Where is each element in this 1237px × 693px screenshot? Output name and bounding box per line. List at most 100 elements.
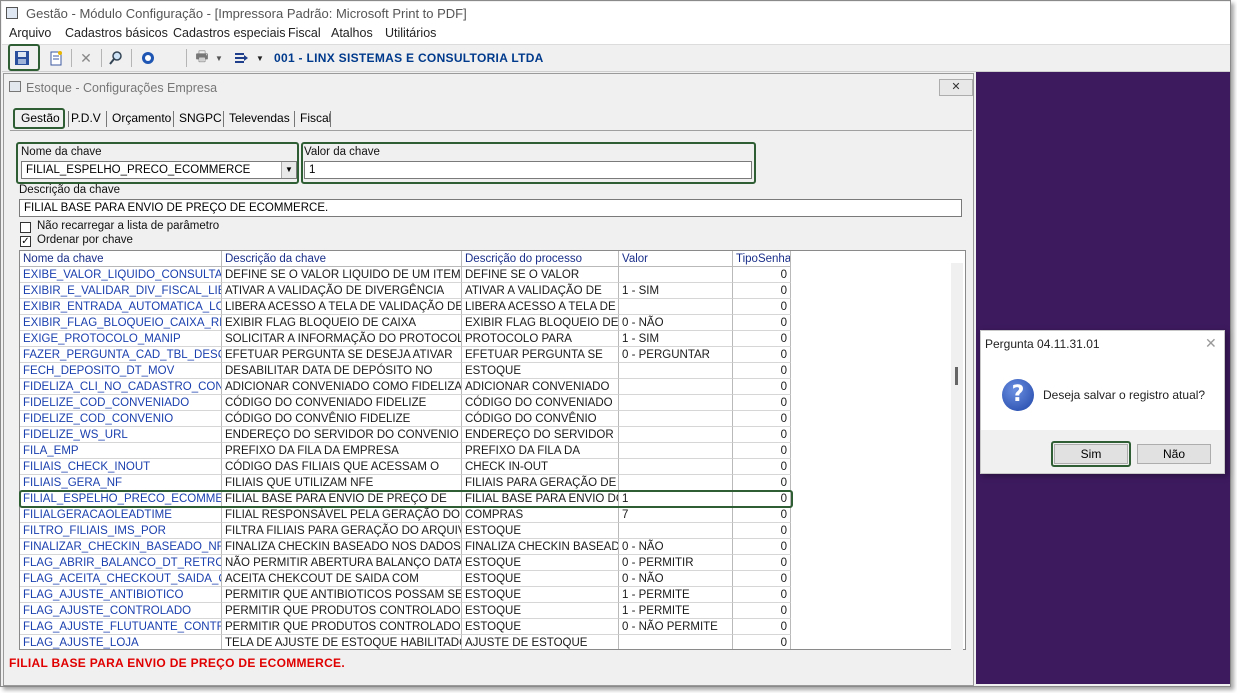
column-header-key-description[interactable]: Descrição da chave: [222, 251, 462, 267]
cell-password-type: 0: [733, 507, 791, 523]
menu-utilitarios[interactable]: Utilitários: [385, 26, 436, 40]
delete-icon[interactable]: ✕: [76, 48, 96, 68]
menu-atalhos[interactable]: Atalhos: [331, 26, 373, 40]
close-icon[interactable]: ✕: [939, 79, 973, 96]
cell-key-name: FILTRO_FILIAIS_IMS_POR: [20, 523, 222, 539]
table-row[interactable]: FLAG_AJUSTE_CONTROLADO PERMITIR QUE PRODU…: [20, 603, 810, 619]
menu-cadastros-especiais[interactable]: Cadastros especiais: [173, 26, 286, 40]
cell-value: 0 - NÃO: [619, 315, 733, 331]
cell-key-name: FLAG_AJUSTE_FLUTUANTE_CONTRO: [20, 619, 222, 635]
cell-password-type: 0: [733, 347, 791, 363]
column-header-password-type[interactable]: TipoSenha: [733, 251, 791, 267]
cell-password-type: 0: [733, 331, 791, 347]
cell-key-name: FILIAIS_GERA_NF: [20, 475, 222, 491]
table-row[interactable]: EXIBE_VALOR_LIQUIDO_CONSULTA_PREDEFINE S…: [20, 267, 810, 283]
cell-value: [619, 443, 733, 459]
dialog-close-icon[interactable]: ✕: [1205, 335, 1217, 352]
cell-value: 1 - SIM: [619, 283, 733, 299]
cell-process-description: ESTOQUE: [462, 571, 619, 587]
cell-value: 0 - PERGUNTAR: [619, 347, 733, 363]
key-desc-input[interactable]: FILIAL BASE PARA ENVIO DE PREÇO DE ECOMM…: [19, 199, 962, 217]
menu-fiscal[interactable]: Fiscal: [288, 26, 321, 40]
table-row[interactable]: FINALIZAR_CHECKIN_BASEADO_NF_E FINALIZA C…: [20, 539, 810, 555]
column-header-key-name[interactable]: Nome da chave: [20, 251, 222, 267]
cell-key-description: LIBERA ACESSO A TELA DE VALIDAÇÃO DE: [222, 299, 462, 315]
cell-value: [619, 459, 733, 475]
table-row[interactable]: EXIBIR_E_VALIDAR_DIV_FISCAL_LIBE ATIVAR A…: [20, 283, 810, 299]
cell-key-description: ENDEREÇO DO SERVIDOR DO CONVENIO: [222, 427, 462, 443]
grid-scrollbar[interactable]: [951, 263, 963, 651]
cell-key-name: FILIAIS_CHECK_INOUT: [20, 459, 222, 475]
dialog-footer: Sim Não: [981, 430, 1224, 473]
key-name-value: FILIAL_ESPELHO_PRECO_ECOMMERCE: [26, 164, 251, 176]
print-dropdown-chevron-down-icon[interactable]: ▼: [209, 48, 229, 68]
no-button[interactable]: Não: [1137, 444, 1211, 464]
reload-list-checkbox[interactable]: [20, 222, 31, 233]
chevron-down-icon[interactable]: ▼: [281, 162, 296, 178]
cell-password-type: 0: [733, 315, 791, 331]
table-row[interactable]: FILA_EMP PREFIXO DA FILA DA EMPRESA PREFIX…: [20, 443, 810, 459]
table-row[interactable]: EXIBIR_FLAG_BLOQUEIO_CAIXA_REAL EXIBIR FL…: [20, 315, 810, 331]
cell-key-description: CÓDIGO DO CONVÊNIO FIDELIZE: [222, 411, 462, 427]
column-header-process-description[interactable]: Descrição do processo: [462, 251, 619, 267]
table-row[interactable]: FILIAIS_CHECK_INOUT CÓDIGO DAS FILIAIS QU…: [20, 459, 810, 475]
help-icon[interactable]: [138, 48, 158, 68]
cell-process-description: ESTOQUE: [462, 555, 619, 571]
table-row[interactable]: FIDELIZA_CLI_NO_CADASTRO_CONVE ADICIONAR …: [20, 379, 810, 395]
tab-televendas[interactable]: Televendas: [229, 108, 290, 128]
new-document-icon[interactable]: [46, 48, 66, 68]
cell-password-type: 0: [733, 603, 791, 619]
cell-process-description: ESTOQUE: [462, 619, 619, 635]
cell-password-type: 0: [733, 379, 791, 395]
scrollbar-thumb[interactable]: [955, 367, 958, 385]
status-message: FILIAL BASE PARA ENVIO DE PREÇO DE ECOMM…: [9, 656, 345, 670]
list-menu-icon[interactable]: [231, 48, 251, 68]
table-row[interactable]: FIDELIZE_WS_URL ENDEREÇO DO SERVIDOR DO C…: [20, 427, 810, 443]
table-row[interactable]: FIDELIZE_COD_CONVENIO CÓDIGO DO CONVÊNIO …: [20, 411, 810, 427]
cell-process-description: ATIVAR A VALIDAÇÃO DE: [462, 283, 619, 299]
cell-key-description: PERMITIR QUE PRODUTOS CONTROLADOS: [222, 619, 462, 635]
cell-key-description: CÓDIGO DAS FILIAIS QUE ACESSAM O: [222, 459, 462, 475]
table-row[interactable]: FLAG_AJUSTE_LOJA TELA DE AJUSTE DE ESTOQU…: [20, 635, 810, 649]
tab-pdv[interactable]: P.D.V: [71, 108, 101, 128]
table-row[interactable]: EXIBIR_ENTRADA_AUTOMATICA_LOJA LIBERA ACE…: [20, 299, 810, 315]
table-row[interactable]: FLAG_AJUSTE_ANTIBIOTICO PERMITIR QUE ANTI…: [20, 587, 810, 603]
column-header-value[interactable]: Valor: [619, 251, 733, 267]
cell-key-description: FILIAIS QUE UTILIZAM NFE: [222, 475, 462, 491]
window-title: Gestão - Módulo Configuração - [Impresso…: [26, 6, 467, 21]
table-row[interactable]: FLAG_AJUSTE_FLUTUANTE_CONTRO PERMITIR QUE…: [20, 619, 810, 635]
table-row[interactable]: FECH_DEPOSITO_DT_MOV DESABILITAR DATA DE …: [20, 363, 810, 379]
cell-value: [619, 379, 733, 395]
table-row[interactable]: FILIALGERACAOLEADTIME FILIAL RESPONSÁVEL …: [20, 507, 810, 523]
cell-value: [619, 635, 733, 649]
search-icon[interactable]: [106, 48, 126, 68]
cell-key-name: FIDELIZE_WS_URL: [20, 427, 222, 443]
tab-sngpc[interactable]: SNGPC: [179, 108, 222, 128]
cell-password-type: 0: [733, 619, 791, 635]
cell-password-type: 0: [733, 283, 791, 299]
cell-value: 7: [619, 507, 733, 523]
table-row[interactable]: FLAG_ACEITA_CHECKOUT_SAIDA_CO ACEITA CHEK…: [20, 571, 810, 587]
cell-key-name: EXIGE_PROTOCOLO_MANIP: [20, 331, 222, 347]
tab-fiscal[interactable]: Fiscal: [300, 108, 331, 128]
list-dropdown-chevron-down-icon[interactable]: ▼: [250, 48, 270, 68]
sort-by-key-checkbox[interactable]: ✓: [20, 236, 31, 247]
cell-password-type: 0: [733, 363, 791, 379]
table-row[interactable]: EXIGE_PROTOCOLO_MANIP SOLICITAR A INFORMA…: [20, 331, 810, 347]
key-name-combobox[interactable]: FILIAL_ESPELHO_PRECO_ECOMMERCE ▼: [21, 161, 297, 179]
menu-cadastros-basicos[interactable]: Cadastros básicos: [65, 26, 168, 40]
cell-key-description: FINALIZA CHECKIN BASEADO NOS DADOS: [222, 539, 462, 555]
key-desc-label: Descrição da chave: [19, 184, 120, 196]
table-row[interactable]: FILIAIS_GERA_NF FILIAIS QUE UTILIZAM NFE F…: [20, 475, 810, 491]
table-row[interactable]: FIDELIZE_COD_CONVENIADO CÓDIGO DO CONVENI…: [20, 395, 810, 411]
table-row[interactable]: FILTRO_FILIAIS_IMS_POR FILTRA FILIAIS PAR…: [20, 523, 810, 539]
key-value-input[interactable]: 1: [304, 161, 752, 179]
cell-key-name: FIDELIZA_CLI_NO_CADASTRO_CONVE: [20, 379, 222, 395]
cell-process-description: LIBERA ACESSO A TELA DE: [462, 299, 619, 315]
child-title-bar: Estoque - Configurações Empresa ✕: [4, 74, 973, 100]
tab-orcamento[interactable]: Orçamento: [112, 108, 171, 128]
table-row[interactable]: FAZER_PERGUNTA_CAD_TBL_DESC EFETUAR PERGU…: [20, 347, 810, 363]
table-row[interactable]: FLAG_ABRIR_BALANCO_DT_RETROAT NÃO PERMITI…: [20, 555, 810, 571]
menu-arquivo[interactable]: Arquivo: [9, 26, 51, 40]
cell-process-description: CÓDIGO DO CONVENIADO: [462, 395, 619, 411]
